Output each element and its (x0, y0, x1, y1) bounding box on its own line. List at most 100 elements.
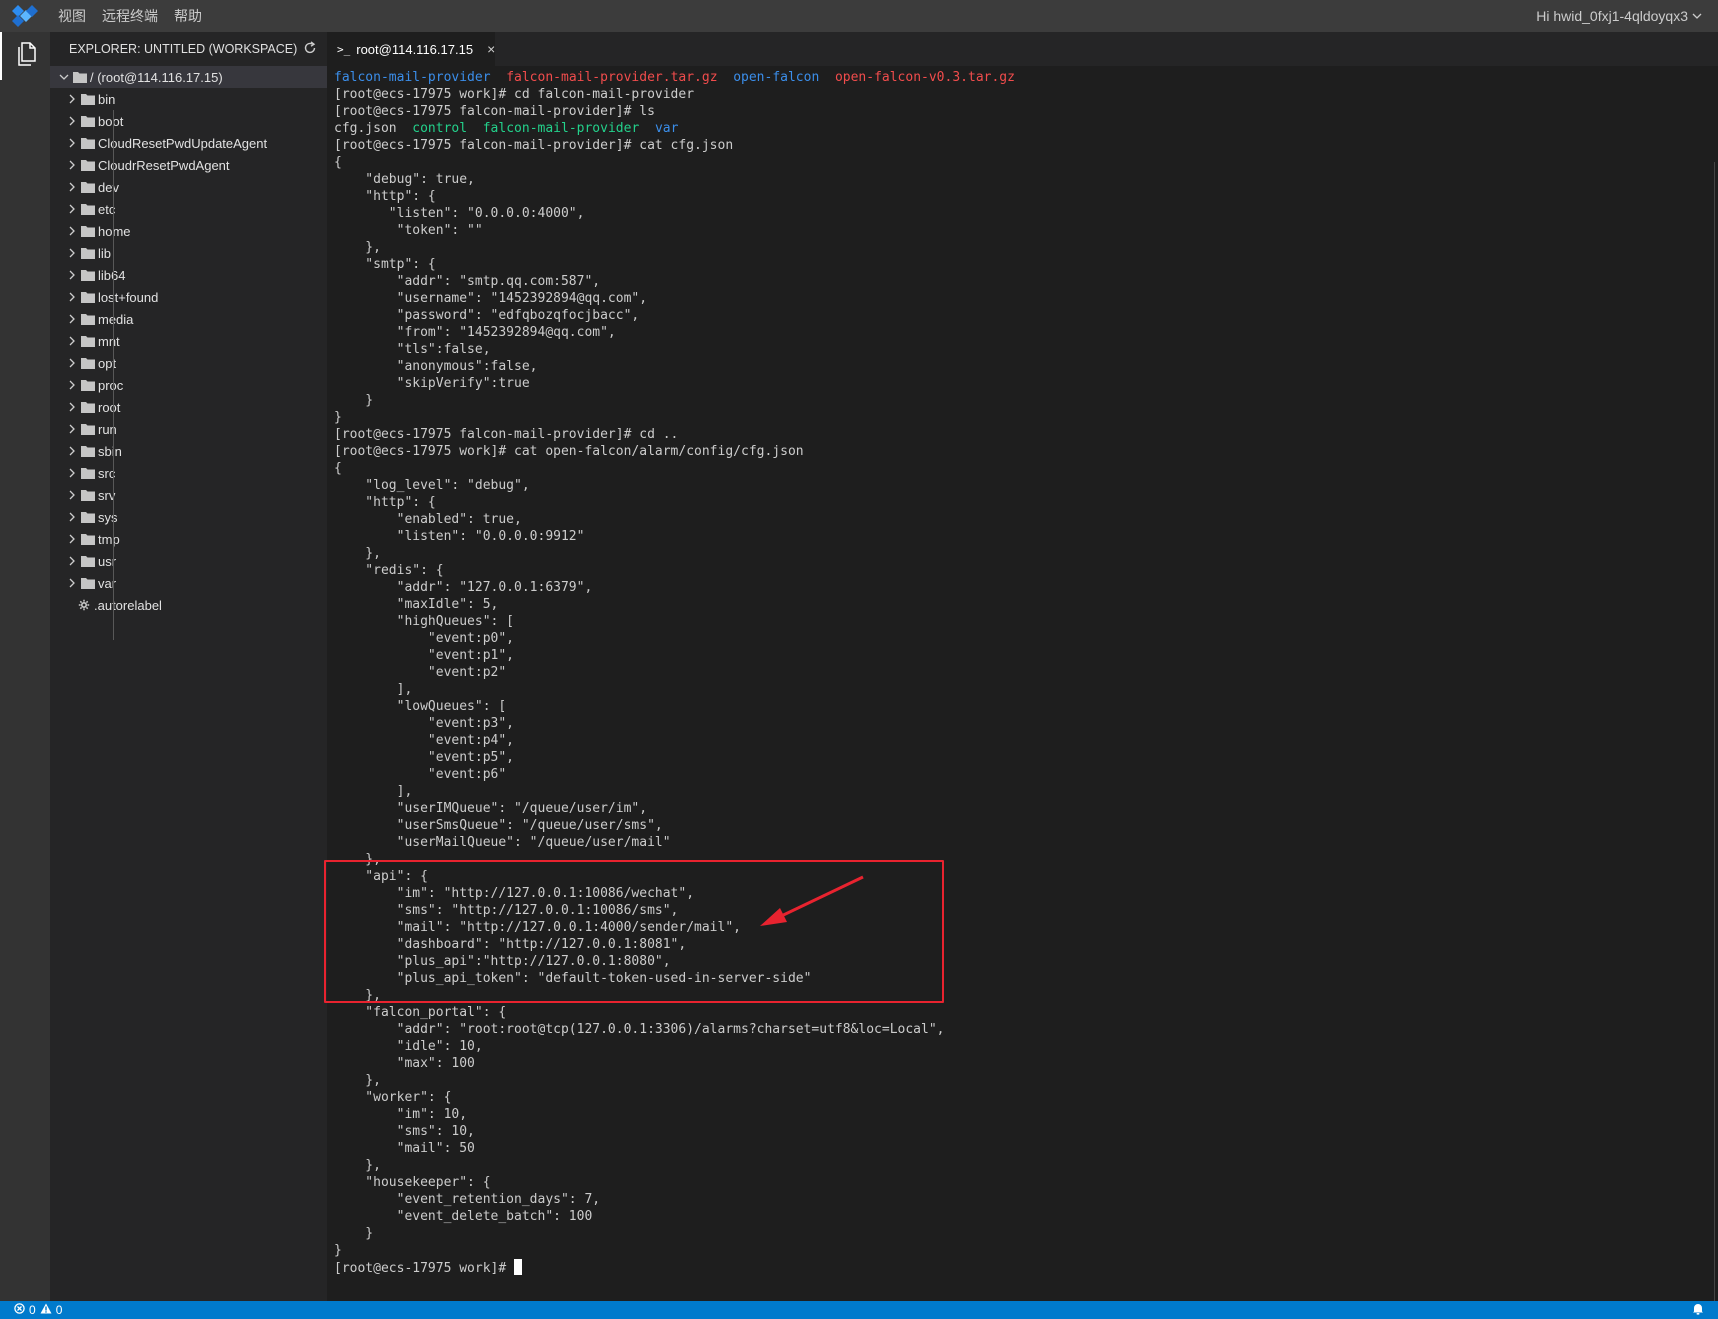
terminal-scrollbar[interactable] (1714, 162, 1715, 1302)
terminal-line: [root@ecs-17975 work]# cd falcon-mail-pr… (334, 86, 1015, 103)
terminal-line: "housekeeper": { (334, 1174, 1015, 1191)
refresh-icon[interactable] (303, 40, 317, 58)
chevron-right-icon (64, 245, 80, 261)
terminal-text: "token": "" (334, 223, 483, 238)
terminal-text: }, (334, 240, 381, 255)
chevron-right-icon (64, 531, 80, 547)
terminal-text: "listen": "0.0.0.0:4000", (334, 206, 585, 221)
tree-folder-label: mnt (98, 333, 120, 349)
tree-folder-dev[interactable]: dev (50, 176, 327, 198)
tree-root-folder[interactable]: / (root@114.116.17.15) (50, 66, 327, 88)
folder-icon (80, 179, 96, 195)
tree-folder-media[interactable]: media (50, 308, 327, 330)
folder-icon (80, 311, 96, 327)
tree-folder-label: lost+found (98, 289, 159, 305)
tab-terminal[interactable]: >_ root@114.116.17.15 × (327, 32, 495, 66)
problems-indicator[interactable]: 0 0 (0, 1303, 62, 1317)
terminal-text: "userSmsQueue": "/queue/user/sms", (334, 818, 663, 833)
terminal-line: "enabled": true, (334, 511, 1015, 528)
terminal-line: }, (334, 545, 1015, 562)
tree-folder-var[interactable]: var (50, 572, 327, 594)
terminal-text: "falcon_portal": { (334, 1005, 507, 1020)
terminal-text: [root@ecs-17975 work]# cd falcon-mail-pr… (334, 87, 695, 102)
notification-bell-icon[interactable] (1692, 1302, 1704, 1318)
chevron-right-icon (64, 157, 80, 173)
terminal-text: open-falcon-v0.3.tar.gz (834, 70, 1015, 85)
terminal-text: falcon-mail-provider (334, 70, 491, 85)
editor-tab-bar: >_ root@114.116.17.15 × (327, 32, 1718, 66)
menu-help[interactable]: 帮助 (166, 0, 210, 32)
explorer-title: EXPLORER: UNTITLED (WORKSPACE) (69, 42, 298, 56)
tree-folder-label: media (98, 311, 134, 327)
tree-folder-src[interactable]: src (50, 462, 327, 484)
tree-folder-lib64[interactable]: lib64 (50, 264, 327, 286)
folder-icon (80, 531, 96, 547)
tree-folder-usr[interactable]: usr (50, 550, 327, 572)
tree-folder-tmp[interactable]: tmp (50, 528, 327, 550)
tree-folder-proc[interactable]: proc (50, 374, 327, 396)
terminal-text: "housekeeper": { (334, 1175, 491, 1190)
terminal-line: }, (334, 1072, 1015, 1089)
terminal-text: [root@ecs-17975 falcon-mail-provider]# c… (334, 138, 734, 153)
terminal-line: "userMailQueue": "/queue/user/mail" (334, 834, 1015, 851)
terminal-line: "event_delete_batch": 100 (334, 1208, 1015, 1225)
terminal-line: "event:p5", (334, 749, 1015, 766)
tree-folder-sys[interactable]: sys (50, 506, 327, 528)
terminal-text: "lowQueues": [ (334, 699, 507, 714)
terminal-line: ], (334, 783, 1015, 800)
terminal-text: "event_delete_batch": 100 (334, 1209, 593, 1224)
terminal-line: "event:p2" (334, 664, 1015, 681)
terminal-text: "tls":false, (334, 342, 491, 357)
tree-file-autorelabel[interactable]: .autorelabel (50, 594, 327, 616)
tree-folder-root[interactable]: root (50, 396, 327, 418)
warning-count: 0 (55, 1303, 63, 1317)
tree-folder-boot[interactable]: boot (50, 110, 327, 132)
tree-folder-sbin[interactable]: sbin (50, 440, 327, 462)
folder-icon (80, 465, 96, 481)
explorer-activity-button[interactable] (0, 32, 50, 80)
tree-folder-cloudresetpwdupdateagent[interactable]: CloudResetPwdUpdateAgent (50, 132, 327, 154)
tree-folder-lib[interactable]: lib (50, 242, 327, 264)
account-menu[interactable]: Hi hwid_0fxj1-4qldoyqx3 (1536, 0, 1702, 32)
close-icon[interactable]: × (487, 41, 495, 57)
terminal-panel[interactable]: falcon-mail-provider falcon-mail-provide… (327, 66, 1718, 1302)
menu-view[interactable]: 视图 (50, 0, 94, 32)
terminal-line: ], (334, 681, 1015, 698)
terminal-text: } (334, 393, 374, 408)
app-logo-icon[interactable] (0, 0, 50, 32)
menu-remote-terminal[interactable]: 远程终端 (94, 0, 166, 32)
tree-folder-bin[interactable]: bin (50, 88, 327, 110)
tree-folder-lost-found[interactable]: lost+found (50, 286, 327, 308)
tree-folder-run[interactable]: run (50, 418, 327, 440)
tree-folder-home[interactable]: home (50, 220, 327, 242)
folder-icon (80, 399, 96, 415)
terminal-line: "smtp": { (334, 256, 1015, 273)
tree-folder-cloudrresetpwdagent[interactable]: CloudrResetPwdAgent (50, 154, 327, 176)
chevron-right-icon (64, 443, 80, 459)
terminal-text: "username": "1452392894@qq.com", (334, 291, 648, 306)
terminal-text: "addr": "smtp.qq.com:587", (334, 274, 601, 289)
tree-folder-etc[interactable]: etc (50, 198, 327, 220)
terminal-line: "event:p0", (334, 630, 1015, 647)
tree-folder-opt[interactable]: opt (50, 352, 327, 374)
folder-icon (80, 333, 96, 349)
terminal-line: "sms": 10, (334, 1123, 1015, 1140)
terminal-cursor (514, 1259, 523, 1275)
terminal-text: } (334, 410, 342, 425)
chevron-right-icon (64, 267, 80, 283)
terminal-text: open-falcon (733, 70, 820, 85)
terminal-line: "worker": { (334, 1089, 1015, 1106)
terminal-text: [root@ecs-17975 work]# cat open-falcon/a… (334, 444, 804, 459)
chevron-right-icon (64, 465, 80, 481)
terminal-text: "smtp": { (334, 257, 436, 272)
terminal-line: "listen": "0.0.0.0:9912" (334, 528, 1015, 545)
tree-folder-srv[interactable]: srv (50, 484, 327, 506)
chevron-right-icon (64, 311, 80, 327)
chevron-right-icon (64, 179, 80, 195)
folder-icon (80, 245, 96, 261)
terminal-text: "mail": 50 (334, 1141, 475, 1156)
tree-folder-mnt[interactable]: mnt (50, 330, 327, 352)
activity-bar (0, 32, 50, 1301)
chevron-down-icon (56, 69, 72, 85)
